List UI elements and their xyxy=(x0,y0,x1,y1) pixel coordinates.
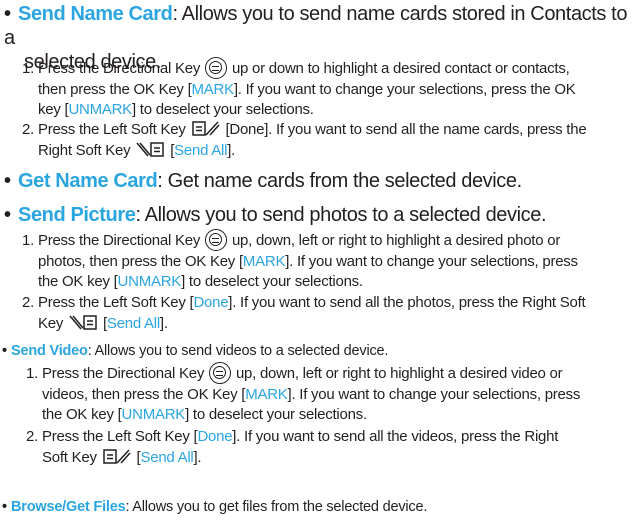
step-text: the OK key [ xyxy=(42,406,122,423)
step-text: Press the Left Soft Key [ xyxy=(37,294,194,311)
step-number: 1. xyxy=(26,365,39,382)
send-video-item: • Send Video: Allows you to send videos t… xyxy=(2,341,388,361)
step-text: up, down, left or right to highlight a d… xyxy=(235,365,563,382)
left-soft-key-icon xyxy=(191,121,220,136)
mark-label: MARK xyxy=(245,385,288,403)
step-text: up or down to highlight a desired contac… xyxy=(231,60,570,77)
directional-key-icon xyxy=(209,362,232,384)
step-number: 1. xyxy=(22,60,35,77)
browse-get-files-item: • Browse/Get Files: Allows you to get fil… xyxy=(2,497,427,517)
get-name-card-desc: : Get name cards from the selected devic… xyxy=(157,170,522,192)
bullet: • xyxy=(4,170,11,192)
send-all-label: Send All xyxy=(106,314,160,332)
left-soft-key-icon xyxy=(102,448,131,464)
step-text: [Done]. If you want to send all the name… xyxy=(225,121,587,138)
browse-get-files-desc: : Allows you to get files from the selec… xyxy=(125,499,428,515)
step-text: ]. If you want to change your selections… xyxy=(233,80,576,98)
send-name-card-term: Send Name Card xyxy=(18,3,173,25)
send-picture-item: • Send Picture: Allows you to send photos… xyxy=(4,203,547,227)
step-number: 2. xyxy=(22,121,35,138)
unmark-label: UNMARK xyxy=(68,101,132,118)
step-text: ] to deselect your selections. xyxy=(181,273,363,290)
bullet: • xyxy=(2,499,7,515)
bullet: • xyxy=(4,204,11,226)
step-number: 2. xyxy=(22,294,35,311)
send-all-label: Send All xyxy=(174,141,228,159)
send-picture-step-2: 2. Press the Left Soft Key [Done]. If yo… xyxy=(22,293,634,334)
step-text: ]. xyxy=(227,141,236,159)
manual-page: • Send Name Card: Allows you to send name… xyxy=(0,0,641,525)
step-number: 1. xyxy=(22,232,35,249)
send-video-desc: : Allows you to send videos to a selecte… xyxy=(87,343,389,359)
step-text: Press the Directional Key xyxy=(41,365,205,382)
mark-label: MARK xyxy=(191,80,235,98)
step-text: Press the Left Soft Key [ xyxy=(41,428,198,445)
step-text: ]. If you want to send all the videos, p… xyxy=(232,428,559,445)
step-text: ]. If you want to change your selections… xyxy=(285,252,578,270)
send-name-card-step-2: 2. Press the Left Soft Key [Done]. If yo… xyxy=(22,120,632,161)
step-text: ]. If you want to change your selections… xyxy=(287,385,581,403)
step-text: ]. xyxy=(159,314,168,332)
step-text: Press the Left Soft Key xyxy=(37,121,186,138)
get-name-card-item: • Get Name Card: Get name cards from the … xyxy=(4,169,522,193)
done-label: Done xyxy=(193,294,229,311)
step-text: up, down, left or right to highlight a d… xyxy=(231,232,561,249)
send-video-step-1: 1. Press the Directional Key up, down, l… xyxy=(26,362,634,426)
send-video-step-2: 2. Press the Left Soft Key [Done]. If yo… xyxy=(26,427,634,468)
step-text: ] to deselect your selections. xyxy=(131,101,314,118)
bullet: • xyxy=(2,343,7,359)
step-text: videos, then press the OK Key [ xyxy=(42,385,246,403)
right-soft-key-icon xyxy=(69,314,97,330)
done-label: Done xyxy=(197,428,233,445)
step-text: ] to deselect your selections. xyxy=(185,406,367,423)
send-picture-term: Send Picture xyxy=(18,204,136,226)
step-number: 2. xyxy=(26,428,39,445)
send-video-term: Send Video xyxy=(11,343,88,359)
step-text: photos, then press the OK Key [ xyxy=(38,252,243,270)
step-text: then press the OK Key [ xyxy=(38,80,192,98)
send-all-label: Send All xyxy=(140,448,194,466)
step-text: Press the Directional Key xyxy=(37,232,201,249)
send-name-card-step-1: 1. Press the Directional Key up or down … xyxy=(22,57,632,121)
step-text: ]. If you want to send all the photos, p… xyxy=(228,294,586,311)
mark-label: MARK xyxy=(242,252,286,270)
browse-get-files-term: Browse/Get Files xyxy=(11,499,126,515)
step-text: Soft Key xyxy=(42,448,97,466)
step-text: key [ xyxy=(38,101,69,118)
step-text: ]. xyxy=(193,448,202,466)
bullet: • xyxy=(4,3,11,25)
step-text: Key xyxy=(38,314,64,332)
directional-key-icon xyxy=(205,57,228,79)
unmark-label: UNMARK xyxy=(121,406,186,423)
right-soft-key-icon xyxy=(136,141,165,157)
step-text: the OK key [ xyxy=(38,273,118,290)
step-text: Right Soft Key xyxy=(38,141,131,159)
directional-key-icon xyxy=(205,229,228,251)
send-picture-desc: : Allows you to send photos to a selecte… xyxy=(135,204,547,226)
get-name-card-term: Get Name Card xyxy=(18,170,158,192)
step-text: Press the Directional Key xyxy=(37,60,201,77)
send-picture-step-1: 1. Press the Directional Key up, down, l… xyxy=(22,229,634,293)
unmark-label: UNMARK xyxy=(117,273,182,290)
